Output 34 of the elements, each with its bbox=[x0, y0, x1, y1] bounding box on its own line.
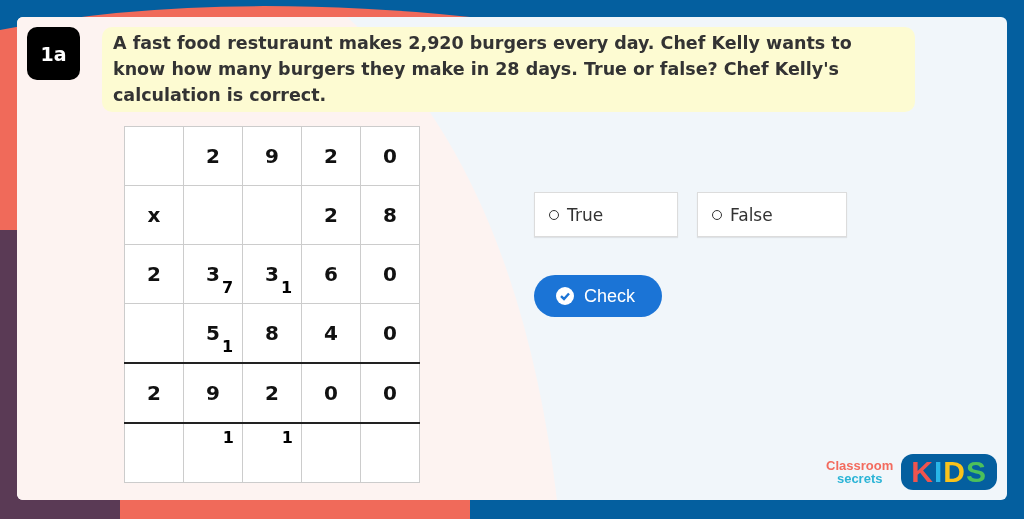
grid-digit: 8 bbox=[265, 321, 279, 345]
grid-digit: x bbox=[147, 203, 161, 227]
grid-digit: 0 bbox=[383, 262, 397, 286]
carry-digit: 1 bbox=[222, 428, 234, 447]
grid-digit: 2 bbox=[324, 144, 338, 168]
question-text: A fast food resturaunt makes 2,920 burgers every day. Chef Kelly wants to know how many burgers they make in 28 days. True or false? Chef Kelly's calculation is correct. bbox=[102, 27, 915, 112]
grid-digit: 4 bbox=[324, 321, 338, 345]
grid-digit: 5 bbox=[206, 321, 220, 345]
grid-digit: 0 bbox=[383, 144, 397, 168]
grid-digit: 2 bbox=[147, 381, 161, 405]
carry-digit: 7 bbox=[222, 279, 234, 297]
kids-logo: KIDS bbox=[901, 454, 997, 490]
grid-digit: 9 bbox=[265, 144, 279, 168]
carry-digit: 1 bbox=[222, 338, 234, 356]
grid-digit: 2 bbox=[147, 262, 161, 286]
grid-digit: 3 bbox=[206, 262, 220, 286]
grid-digit: 6 bbox=[324, 262, 338, 286]
classroom-secrets-logo: Classroom secrets bbox=[826, 459, 894, 485]
grid-digit: 9 bbox=[206, 381, 220, 405]
grid-digit: 2 bbox=[324, 203, 338, 227]
answer-option[interactable]: False bbox=[697, 192, 847, 237]
check-circle-icon bbox=[556, 287, 574, 305]
grid-digit: 3 bbox=[265, 262, 279, 286]
grid-digit: 2 bbox=[265, 381, 279, 405]
check-button[interactable]: Check bbox=[534, 275, 662, 317]
carry-digit: 1 bbox=[281, 279, 293, 297]
answer-option[interactable]: True bbox=[534, 192, 678, 237]
grid-digit: 8 bbox=[383, 203, 397, 227]
grid-digit: 0 bbox=[383, 321, 397, 345]
question-number-badge: 1a bbox=[27, 27, 80, 80]
carry-digit: 1 bbox=[281, 428, 293, 447]
grid-digit: 0 bbox=[324, 381, 338, 405]
grid-digit: 0 bbox=[383, 381, 397, 405]
grid-digit: 2 bbox=[206, 144, 220, 168]
